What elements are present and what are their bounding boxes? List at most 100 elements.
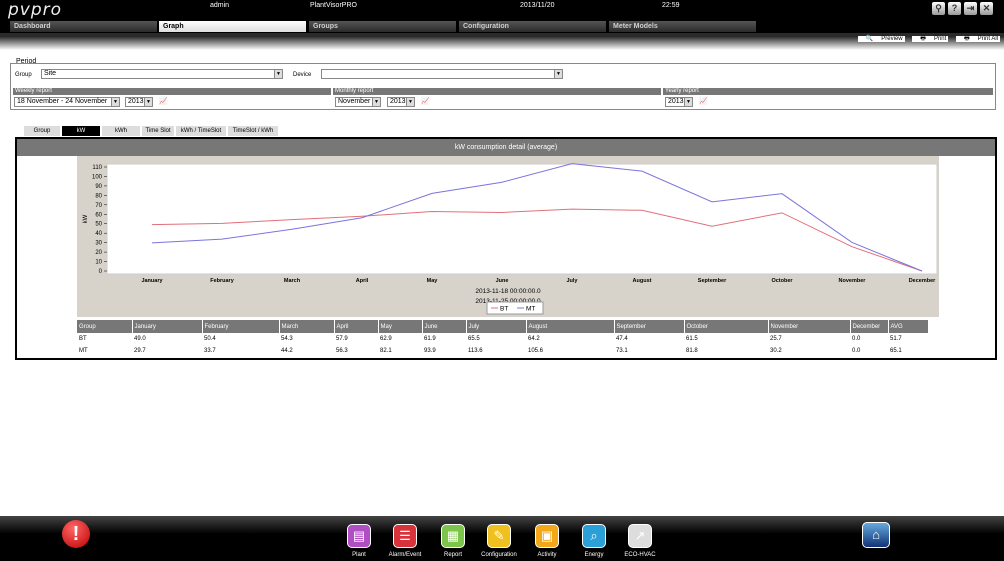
weekly-range-select[interactable]: 18 November - 24 November ▼: [14, 97, 120, 107]
weekly-chart-icon[interactable]: 📈: [159, 97, 168, 105]
subtab-timeslot-kwh[interactable]: TimeSlot / kWh: [228, 126, 278, 136]
monthly-year-select[interactable]: 2013 ▼: [387, 97, 415, 107]
help-icon[interactable]: ?: [948, 2, 961, 15]
chevron-down-icon: ▼: [372, 98, 380, 106]
subtab-kwh[interactable]: kWh: [102, 126, 140, 136]
top-bar: pvpro admin PlantVisorPRO 2013/11/20 22:…: [0, 0, 1004, 20]
bottom-nav-label[interactable]: Energy: [569, 552, 619, 558]
x-tick-label: January: [141, 278, 163, 284]
table-row: BT 49.0 50.4 54.3 57.9 62.9 61.9 65.5 64.2 47.4 61…: [77, 333, 928, 345]
period-label: 2013-11-18 00:00:00.0: [475, 288, 541, 295]
subtab-group[interactable]: Group: [24, 126, 60, 136]
current-time: 22:59: [662, 2, 680, 9]
table-cell: 113.6: [468, 348, 483, 354]
pin-icon[interactable]: ⚲: [932, 2, 945, 15]
table-cell: BT: [79, 336, 87, 342]
print-button[interactable]: 🖶 Print: [912, 36, 949, 42]
y-tick-label: 50: [95, 222, 102, 228]
configuration-icon[interactable]: ✎: [487, 524, 511, 548]
bottom-nav-label[interactable]: Report: [428, 552, 478, 558]
table-cell: 0.0: [852, 336, 861, 342]
close-icon[interactable]: ✕: [980, 2, 993, 15]
bottom-nav-label[interactable]: ECO-HVAC: [615, 552, 665, 558]
yearly-chart-icon[interactable]: 📈: [699, 97, 708, 105]
monthly-month-select[interactable]: November ▼: [335, 97, 381, 107]
home-icon[interactable]: ⌂: [862, 522, 890, 548]
y-tick-label: 60: [95, 212, 102, 218]
y-tick-label: 40: [95, 231, 102, 237]
current-date: 2013/11/20: [520, 2, 555, 9]
bottom-nav-label[interactable]: Alarm/Event: [380, 552, 430, 558]
legend-label: BT: [500, 306, 508, 313]
tab-configuration[interactable]: Configuration: [459, 21, 607, 32]
bottom-nav-label[interactable]: Configuration: [474, 552, 524, 558]
yearly-year-select[interactable]: 2013 ▼: [665, 97, 693, 107]
energy-icon[interactable]: ⌕: [582, 524, 606, 548]
chevron-down-icon: ▼: [554, 70, 562, 78]
main-tabs: Dashboard Graph Groups Configuration Met…: [0, 20, 1004, 33]
group-select[interactable]: Site ▼: [41, 69, 283, 79]
monthly-chart-icon[interactable]: 📈: [421, 97, 430, 105]
table-header-cell: December: [850, 320, 889, 333]
table-header-cell: November: [768, 320, 851, 333]
table-cell: 25.7: [770, 336, 782, 342]
eco-hvac-icon[interactable]: ↗: [628, 524, 652, 548]
table-cell: MT: [79, 348, 88, 354]
y-tick-label: 30: [95, 241, 102, 247]
table-header-cell: October: [684, 320, 769, 333]
subtab-kwh-timeslot[interactable]: kWh / TimeSlot: [176, 126, 226, 136]
tab-dashboard[interactable]: Dashboard: [10, 21, 158, 32]
device-label: Device: [293, 72, 312, 78]
subtab-time-slot[interactable]: Time Slot: [142, 126, 174, 136]
yearly-report-header: Yearly report: [663, 88, 993, 95]
period-box: Group Site ▼ Device ▼ Weekly report 18 No…: [10, 63, 996, 110]
table-cell: 93.9: [424, 348, 436, 354]
x-tick-label: February: [210, 278, 234, 284]
subtab-kw[interactable]: kW: [62, 126, 100, 136]
chevron-down-icon: ▼: [144, 98, 152, 106]
preview-button[interactable]: 🔍 Preview: [857, 36, 905, 42]
table-cell: 62.9: [380, 336, 392, 342]
table-cell: 61.9: [424, 336, 436, 342]
chevron-down-icon: ▼: [274, 70, 282, 78]
activity-icon[interactable]: ▣: [535, 524, 559, 548]
table-cell: 73.1: [616, 348, 628, 354]
bottom-nav-label[interactable]: Plant: [334, 552, 384, 558]
chevron-down-icon: ▼: [684, 98, 692, 106]
y-tick-label: 20: [95, 250, 102, 256]
table-cell: 29.7: [134, 348, 146, 354]
table-cell: 61.5: [686, 336, 698, 342]
table-header-cell: March: [279, 320, 335, 333]
tab-meter-models[interactable]: Meter Models: [609, 21, 757, 32]
alarm-indicator-icon[interactable]: !: [62, 520, 90, 548]
device-select[interactable]: ▼: [321, 69, 563, 79]
alarm-event-icon[interactable]: ☰: [393, 524, 417, 548]
table-cell: 57.9: [336, 336, 348, 342]
chart-panel: kW consumption detail (average) 0 10 20 30 4…: [15, 137, 997, 360]
tab-graph[interactable]: Graph: [159, 21, 307, 32]
y-tick-label: 100: [92, 174, 103, 180]
logout-icon[interactable]: ⇥: [964, 2, 977, 15]
x-tick-label: August: [633, 278, 652, 284]
x-tick-label: July: [566, 278, 578, 284]
table-cell: 54.3: [281, 336, 293, 342]
app-logo: pvpro: [8, 0, 63, 20]
tab-groups[interactable]: Groups: [309, 21, 457, 32]
table-cell: 50.4: [204, 336, 216, 342]
table-row: MT 29.7 33.7 44.2 56.3 82.1 93.9 113.6 105.6 73.1…: [77, 345, 928, 357]
x-tick-label: May: [427, 278, 439, 284]
weekly-year-select[interactable]: 2013 ▼: [125, 97, 153, 107]
table-header-cell: May: [378, 320, 423, 333]
report-icon[interactable]: ▦: [441, 524, 465, 548]
x-tick-label: June: [496, 278, 509, 284]
printer-icon: 🖶: [919, 36, 927, 42]
chevron-down-icon: ▼: [406, 98, 414, 106]
x-tick-label: November: [839, 278, 867, 284]
print-all-button[interactable]: 🖶 Print All: [955, 36, 1000, 42]
table-cell: 81.8: [686, 348, 698, 354]
y-tick-label: 80: [95, 193, 102, 199]
plant-icon[interactable]: ▤: [347, 524, 371, 548]
table-cell: 33.7: [204, 348, 216, 354]
table-body: BT 49.0 50.4 54.3 57.9 62.9 61.9 65.5 64.2 47.4 61…: [77, 333, 928, 357]
bottom-nav-label[interactable]: Activity: [522, 552, 572, 558]
